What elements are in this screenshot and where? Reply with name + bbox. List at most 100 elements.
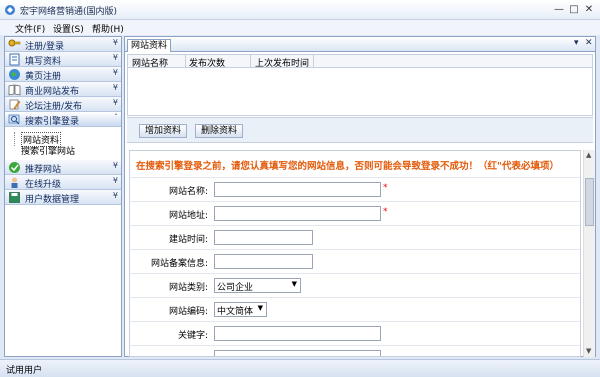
save-icon [9,192,20,203]
build-date-input[interactable] [214,230,313,245]
category-value: 公司企业 [217,283,254,293]
main-panel: 网站资料 ▾ ✕ 网站名称 发布次数 上次发布时间 增加资料 删除资料 在搜索引… [124,36,596,357]
form-row-build-date: 建站时间: [130,225,580,249]
maximize-button[interactable]: □ [567,3,581,17]
sidebar-item-label: 推荐网站 [25,165,62,175]
title-bar: 宏宇网络营销通(国内版) — □ ✕ [0,0,600,20]
form-row-keywords: 关键字: [130,321,580,345]
site-url-input[interactable] [214,206,381,221]
menu-file[interactable]: 文件(F) [15,22,45,35]
sidebar: 注册/登录 ¥ 填写资料 ¥ 黄页注册 ¥ 商业网站发布 ¥ 论坛注册/发布 ¥… [4,36,122,357]
delete-info-button[interactable]: 删除资料 [195,124,244,138]
form-scrollbar[interactable]: ▲ ▼ [583,150,595,357]
chevron-icon: ¥ [112,68,118,77]
search-icon [8,114,20,125]
sidebar-item-yellow-pages[interactable]: 黄页注册 ¥ [5,67,121,82]
scroll-down-icon[interactable]: ▼ [586,347,591,355]
icp-label: 网站备案信息: [150,259,208,269]
chevron-up-icon: ˆ [114,113,118,122]
category-label: 网站类别: [168,283,208,293]
grid-col-site-name[interactable]: 网站名称 [132,56,168,69]
checkmark-icon [9,162,20,173]
sidebar-item-label: 黄页注册 [25,72,62,82]
menu-settings[interactable]: 设置(S) [53,22,84,35]
sidebar-item-label: 搜索引擎登录 [25,117,80,127]
grid-col-publish-count[interactable]: 发布次数 [189,56,225,69]
chevron-icon: ¥ [112,98,118,107]
key-icon [8,39,21,47]
required-mark: * [383,207,388,217]
grid-header: 网站名称 发布次数 上次发布时间 [128,55,592,69]
encoding-value: 中文简体 [217,307,254,317]
site-name-input[interactable] [214,182,381,197]
next-field-input[interactable] [214,350,381,356]
form-row-site-name: 网站名称: * [130,177,580,201]
required-mark: * [383,183,388,193]
sidebar-item-forum[interactable]: 论坛注册/发布 ¥ [5,97,121,112]
sidebar-item-recommend[interactable]: 推荐网站 ¥ [5,160,121,175]
form-row-next [130,345,580,356]
action-toolbar: 增加资料 删除资料 [127,117,593,143]
sidebar-item-user-data[interactable]: 用户数据管理 ¥ [5,190,121,205]
form-row-category: 网站类别: 公司企业 ▼ [130,273,580,297]
sidebar-item-fill-info[interactable]: 填写资料 ¥ [5,52,121,67]
grid-col-separator [313,55,314,68]
site-grid[interactable]: 网站名称 发布次数 上次发布时间 [127,54,593,116]
category-select[interactable]: 公司企业 ▼ [214,278,301,293]
icp-input[interactable] [214,254,313,269]
tab-strip: 网站资料 ▾ ✕ [125,37,595,52]
sidebar-item-business-sites[interactable]: 商业网站发布 ¥ [5,82,121,97]
status-bar: 试用用户 [0,359,600,377]
build-date-label: 建站时间: [168,235,208,245]
book-icon [8,84,21,96]
chevron-icon: ¥ [112,53,118,62]
status-text: 试用用户 [6,366,43,376]
notebook-icon [9,53,20,66]
scroll-up-icon[interactable]: ▲ [586,151,591,159]
app-icon [5,5,15,15]
menu-bar: 文件(F) 设置(S) 帮助(H) [0,20,600,35]
chevron-icon: ¥ [112,83,118,92]
form-row-encoding: 网站编码: 中文简体 ▼ [130,297,580,321]
sidebar-item-label: 在线升级 [25,180,62,190]
required-notice: 在搜索引擎登录之前，请您认真填写您的网站信息，否则可能会导致登录不成功！（红"代… [136,161,559,172]
tab-dropdown-icon[interactable]: ▾ [574,38,579,48]
site-name-label: 网站名称: [168,187,208,197]
window-title: 宏宇网络营销通(国内版) [20,7,118,17]
encoding-label: 网站编码: [168,307,208,317]
sidebar-item-online-upgrade[interactable]: 在线升级 ¥ [5,175,121,190]
dropdown-arrow-icon: ▼ [291,280,297,288]
tab-close-icon[interactable]: ✕ [585,38,593,48]
chevron-icon: ¥ [112,176,118,185]
sidebar-item-label: 商业网站发布 [25,87,80,97]
encoding-select[interactable]: 中文简体 ▼ [214,302,267,317]
sidebar-item-label: 论坛注册/发布 [25,102,83,112]
add-info-button[interactable]: 增加资料 [139,124,188,138]
sidebar-item-search-engine[interactable]: 搜索引擎登录 ˆ [5,112,121,127]
sidebar-item-label: 用户数据管理 [25,195,80,205]
dropdown-arrow-icon: ▼ [257,304,263,312]
scroll-thumb[interactable] [585,178,594,226]
close-button[interactable]: ✕ [582,3,596,17]
grid-col-separator [250,55,251,68]
sidebar-item-label: 注册/登录 [25,42,65,52]
grid-col-separator [185,55,186,68]
site-info-form: 在搜索引擎登录之前，请您认真填写您的网站信息，否则可能会导致登录不成功！（红"代… [129,150,581,357]
chevron-icon: ¥ [112,161,118,170]
site-url-label: 网站地址: [168,211,208,221]
sub-item-search-engine-sites[interactable]: 搜索引擎网站 [21,144,75,157]
keywords-input[interactable] [214,326,381,341]
globe-icon [9,69,20,80]
pencil-icon [9,99,21,110]
chevron-icon: ¥ [112,191,118,200]
grid-col-last-publish[interactable]: 上次发布时间 [255,56,309,69]
menu-help[interactable]: 帮助(H) [92,22,124,35]
chevron-icon: ¥ [112,38,118,47]
minimize-button[interactable]: — [552,3,566,17]
keywords-label: 关键字: [177,331,208,341]
sidebar-item-register-login[interactable]: 注册/登录 ¥ [5,37,121,52]
form-row-site-url: 网站地址: * [130,201,580,225]
form-row-icp: 网站备案信息: [130,249,580,273]
tab-site-info[interactable]: 网站资料 [127,39,172,52]
sidebar-item-label: 填写资料 [25,57,62,67]
